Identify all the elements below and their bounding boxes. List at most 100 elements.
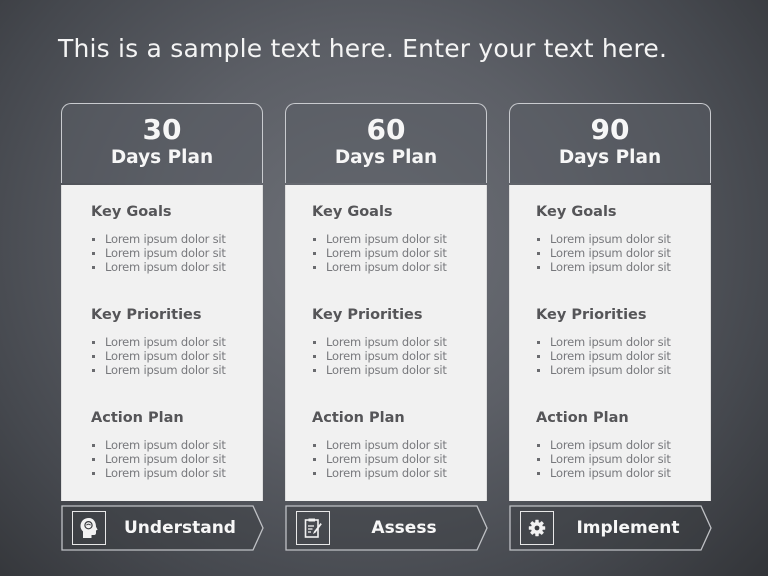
list-item-text: Lorem ipsum dolor sit (550, 466, 671, 480)
days-number: 30 (142, 113, 182, 146)
days-plan-label: Days Plan (334, 147, 438, 168)
list-item-text: Lorem ipsum dolor sit (326, 232, 447, 246)
section-key-goals: Key Goals Lorem ipsum dolor sit Lorem ip… (62, 203, 262, 306)
bullet-list: Lorem ipsum dolor sit Lorem ipsum dolor … (286, 232, 486, 274)
list-item-text: Lorem ipsum dolor sit (550, 438, 671, 452)
stage-tag-assess: Assess (285, 505, 489, 551)
list-item-text: Lorem ipsum dolor sit (550, 246, 671, 260)
list-item-text: Lorem ipsum dolor sit (326, 466, 447, 480)
days-number: 90 (590, 113, 630, 146)
list-item: Lorem ipsum dolor sit (537, 466, 710, 480)
list-item-text: Lorem ipsum dolor sit (550, 260, 671, 274)
list-item: Lorem ipsum dolor sit (313, 363, 486, 377)
clipboard-pencil-icon (296, 511, 330, 545)
column-header: 60 Days Plan (285, 103, 487, 183)
list-item: Lorem ipsum dolor sit (92, 260, 262, 274)
bullet-list: Lorem ipsum dolor sit Lorem ipsum dolor … (510, 335, 710, 377)
list-item: Lorem ipsum dolor sit (92, 349, 262, 363)
bullet-icon (313, 369, 316, 372)
list-item-text: Lorem ipsum dolor sit (105, 466, 226, 480)
list-item: Lorem ipsum dolor sit (313, 438, 486, 452)
slide-title: This is a sample text here. Enter your t… (58, 34, 668, 63)
section-action-plan: Action Plan Lorem ipsum dolor sit Lorem … (510, 409, 710, 512)
list-item: Lorem ipsum dolor sit (92, 335, 262, 349)
list-item-text: Lorem ipsum dolor sit (326, 363, 447, 377)
bullet-icon (537, 458, 540, 461)
list-item: Lorem ipsum dolor sit (92, 232, 262, 246)
list-item: Lorem ipsum dolor sit (92, 438, 262, 452)
list-item-text: Lorem ipsum dolor sit (326, 452, 447, 466)
bullet-icon (92, 252, 95, 255)
bullet-list: Lorem ipsum dolor sit Lorem ipsum dolor … (286, 335, 486, 377)
stage-tag-implement: Implement (509, 505, 713, 551)
list-item-text: Lorem ipsum dolor sit (550, 349, 671, 363)
list-item-text: Lorem ipsum dolor sit (105, 335, 226, 349)
list-item: Lorem ipsum dolor sit (537, 260, 710, 274)
list-item-text: Lorem ipsum dolor sit (550, 335, 671, 349)
list-item-text: Lorem ipsum dolor sit (326, 438, 447, 452)
gear-icon (520, 511, 554, 545)
bullet-icon (537, 355, 540, 358)
list-item-text: Lorem ipsum dolor sit (326, 349, 447, 363)
bullet-icon (313, 238, 316, 241)
head-brain-icon (72, 511, 106, 545)
section-title: Key Goals (312, 204, 393, 220)
column-body: Key Goals Lorem ipsum dolor sit Lorem ip… (61, 185, 263, 501)
bullet-icon (313, 266, 316, 269)
bullet-icon (537, 472, 540, 475)
bullet-icon (92, 458, 95, 461)
bullet-icon (313, 355, 316, 358)
section-title: Action Plan (536, 410, 629, 426)
stage-tag-understand: Understand (61, 505, 265, 551)
list-item: Lorem ipsum dolor sit (313, 452, 486, 466)
bullet-icon (313, 341, 316, 344)
bullet-icon (537, 252, 540, 255)
section-key-goals: Key Goals Lorem ipsum dolor sit Lorem ip… (286, 203, 486, 306)
list-item-text: Lorem ipsum dolor sit (550, 232, 671, 246)
list-item-text: Lorem ipsum dolor sit (550, 363, 671, 377)
bullet-icon (92, 369, 95, 372)
list-item: Lorem ipsum dolor sit (313, 232, 486, 246)
section-title: Key Priorities (91, 307, 202, 323)
section-title: Key Priorities (312, 307, 423, 323)
list-item: Lorem ipsum dolor sit (313, 466, 486, 480)
bullet-icon (92, 238, 95, 241)
days-plan-label: Days Plan (558, 147, 662, 168)
column-body: Key Goals Lorem ipsum dolor sit Lorem ip… (285, 185, 487, 501)
section-key-goals: Key Goals Lorem ipsum dolor sit Lorem ip… (510, 203, 710, 306)
bullet-icon (313, 472, 316, 475)
list-item-text: Lorem ipsum dolor sit (105, 349, 226, 363)
list-item: Lorem ipsum dolor sit (537, 232, 710, 246)
list-item: Lorem ipsum dolor sit (92, 466, 262, 480)
stage-label: Understand (124, 518, 236, 538)
bullet-list: Lorem ipsum dolor sit Lorem ipsum dolor … (62, 438, 262, 480)
list-item: Lorem ipsum dolor sit (537, 363, 710, 377)
list-item: Lorem ipsum dolor sit (313, 260, 486, 274)
list-item: Lorem ipsum dolor sit (92, 246, 262, 260)
list-item-text: Lorem ipsum dolor sit (105, 452, 226, 466)
section-action-plan: Action Plan Lorem ipsum dolor sit Lorem … (286, 409, 486, 512)
bullet-icon (92, 472, 95, 475)
section-title: Key Goals (536, 204, 617, 220)
section-title: Key Goals (91, 204, 172, 220)
section-key-priorities: Key Priorities Lorem ipsum dolor sit Lor… (62, 306, 262, 409)
bullet-icon (313, 458, 316, 461)
bullet-list: Lorem ipsum dolor sit Lorem ipsum dolor … (510, 438, 710, 480)
bullet-icon (92, 266, 95, 269)
list-item-text: Lorem ipsum dolor sit (326, 246, 447, 260)
bullet-icon (537, 266, 540, 269)
plan-column-90-days: 90 Days Plan Key Goals Lorem ipsum dolor… (509, 103, 712, 551)
bullet-list: Lorem ipsum dolor sit Lorem ipsum dolor … (62, 232, 262, 274)
column-header: 30 Days Plan (61, 103, 263, 183)
list-item: Lorem ipsum dolor sit (537, 335, 710, 349)
section-key-priorities: Key Priorities Lorem ipsum dolor sit Lor… (510, 306, 710, 409)
section-key-priorities: Key Priorities Lorem ipsum dolor sit Lor… (286, 306, 486, 409)
list-item: Lorem ipsum dolor sit (537, 438, 710, 452)
bullet-icon (537, 369, 540, 372)
section-action-plan: Action Plan Lorem ipsum dolor sit Lorem … (62, 409, 262, 512)
list-item-text: Lorem ipsum dolor sit (105, 232, 226, 246)
bullet-list: Lorem ipsum dolor sit Lorem ipsum dolor … (62, 335, 262, 377)
list-item-text: Lorem ipsum dolor sit (105, 260, 226, 274)
bullet-icon (92, 444, 95, 447)
plan-column-60-days: 60 Days Plan Key Goals Lorem ipsum dolor… (285, 103, 488, 551)
